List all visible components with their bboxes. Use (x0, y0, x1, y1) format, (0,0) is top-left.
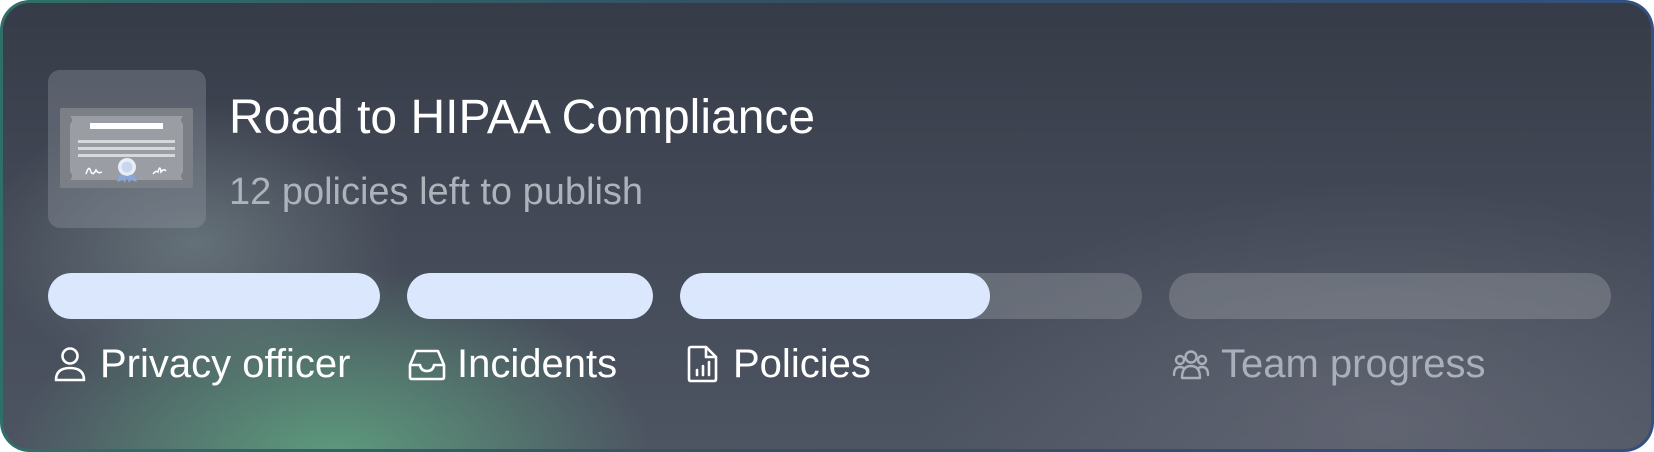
privacy-officer-step[interactable]: Privacy officer (50, 339, 350, 389)
certificate-icon (60, 108, 193, 188)
privacy-officer-progress-fill (48, 273, 380, 319)
policies-step[interactable]: Policies (683, 339, 871, 389)
inbox-tray-icon (408, 349, 446, 381)
user-icon (54, 347, 86, 382)
incidents-progress-fill (407, 273, 653, 319)
policies-label: Policies (733, 342, 871, 386)
card-subtitle: 12 policies left to publish (229, 171, 644, 213)
document-chart-icon (687, 345, 718, 383)
incidents-step[interactable]: Incidents (407, 339, 617, 389)
certificate-badge (48, 70, 206, 228)
policies-progress-bar[interactable] (680, 273, 1142, 319)
privacy-officer-label: Privacy officer (100, 342, 351, 386)
privacy-officer-progress-bar[interactable] (48, 273, 380, 319)
hipaa-progress-card: Road to HIPAA Compliance 12 policies lef… (3, 3, 1651, 449)
team-users-icon (1172, 350, 1210, 380)
card-title: Road to HIPAA Compliance (229, 91, 816, 144)
incidents-label: Incidents (457, 342, 618, 386)
team-progress-step[interactable]: Team progress (1171, 339, 1486, 389)
team-progress-bar[interactable] (1169, 273, 1611, 319)
team-progress-label: Team progress (1221, 342, 1486, 386)
incidents-progress-bar[interactable] (407, 273, 653, 319)
policies-progress-fill (680, 273, 990, 319)
hipaa-progress-card-border: Road to HIPAA Compliance 12 policies lef… (0, 0, 1654, 452)
